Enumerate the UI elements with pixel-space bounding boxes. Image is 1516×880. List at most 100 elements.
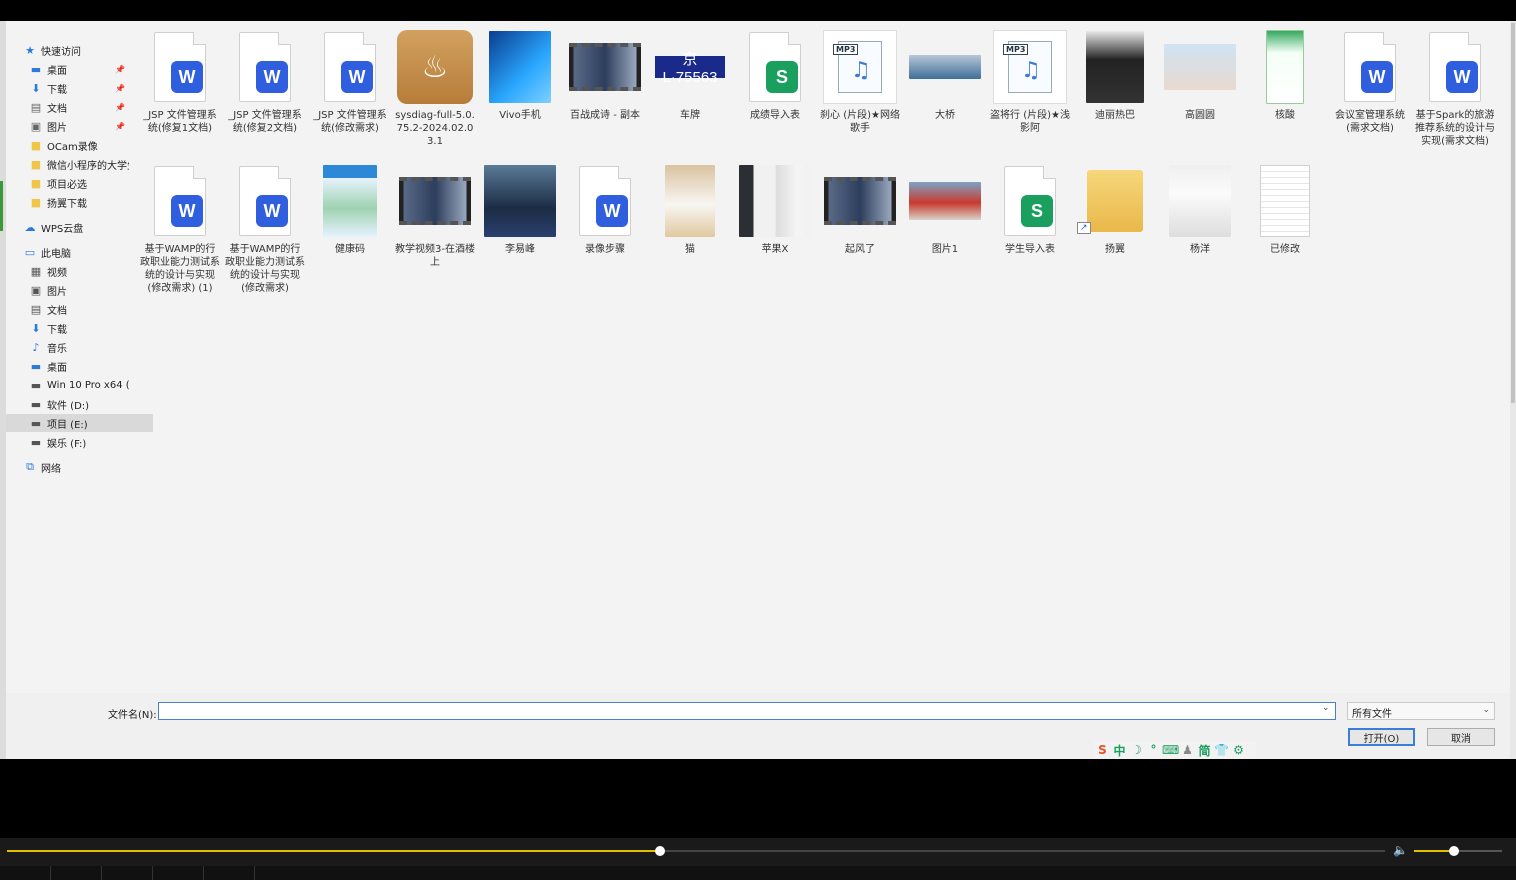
nav-item[interactable]: ⬇ 下载 📌 — [30, 79, 129, 97]
file-item[interactable]: W _JSP 文件管理系统(修复1文档) — [140, 29, 220, 135]
file-item[interactable]: 杨洋 — [1160, 163, 1240, 256]
folder-shortcut-icon: ↗ — [1077, 170, 1143, 234]
file-item[interactable]: S 学生导入表 — [990, 163, 1070, 256]
filename-input[interactable] — [158, 702, 1336, 720]
seek-bar[interactable] — [7, 846, 1385, 856]
nav-item[interactable]: ♪ 音乐 — [30, 338, 129, 356]
file-thumbnail — [650, 163, 730, 239]
file-item[interactable]: W 基于Spark的旅游推荐系统的设计与实现(需求文档) — [1415, 29, 1495, 148]
nav-item-label: WPS云盘 — [41, 223, 84, 235]
file-name: Vivo手机 — [499, 110, 541, 121]
file-item[interactable]: Vivo手机 — [480, 29, 560, 122]
file-thumbnail — [1245, 29, 1325, 105]
document-icon: ▤ — [30, 302, 42, 316]
scrollbar-thumb[interactable] — [1511, 23, 1515, 403]
file-item[interactable]: 健康码 — [310, 163, 390, 256]
nav-item[interactable]: ⬇ 下载 — [30, 319, 129, 337]
moon-icon[interactable]: ☽ — [1128, 743, 1145, 757]
chinese-mode-icon[interactable]: 中 — [1111, 742, 1128, 759]
file-item[interactable]: 京L·75563 车牌 — [650, 29, 730, 122]
image-thumbnail — [665, 165, 715, 237]
file-thumbnail — [1245, 163, 1325, 239]
file-item[interactable]: 起风了 — [820, 163, 900, 256]
nav-item[interactable]: ■ 扬翼下载 — [30, 193, 129, 211]
nav-item[interactable]: ■ 微信小程序的大学生 — [30, 155, 129, 173]
file-item[interactable]: 教学视频3-在酒楼上 — [395, 163, 475, 269]
file-item[interactable]: S 成绩导入表 — [735, 29, 815, 122]
drive-icon: ▬ — [30, 416, 42, 430]
file-item[interactable]: 已修改 — [1245, 163, 1325, 256]
keyboard-icon[interactable]: ⌨ — [1162, 743, 1179, 757]
nav-item[interactable]: ▭ 此电脑 — [24, 243, 129, 261]
nav-item[interactable]: ★ 快速访问 — [24, 41, 129, 59]
file-item[interactable]: W 基于WAMP的行政职业能力测试系统的设计与实现(修改需求) — [225, 163, 305, 295]
nav-item[interactable]: ⧉ 网络 — [24, 458, 129, 476]
file-thumbnail — [1160, 29, 1240, 105]
nav-item[interactable]: ▤ 文档 📌 — [30, 98, 129, 116]
file-name: 成绩导入表 — [750, 110, 800, 121]
nav-item[interactable]: ▣ 图片 📌 — [30, 117, 129, 135]
file-name: 基于WAMP的行政职业能力测试系统的设计与实现(修改需求) — [225, 244, 305, 294]
cancel-button[interactable]: 取消 — [1427, 728, 1495, 746]
punctuation-icon[interactable]: ° — [1145, 743, 1162, 757]
file-item[interactable]: MP3 ♫ 盗将行 (片段)★浅影阿 — [990, 29, 1070, 135]
filename-history-dropdown-icon[interactable]: ⌄ — [1322, 703, 1330, 713]
nav-item[interactable]: ■ 项目必选 — [30, 174, 129, 192]
seek-handle[interactable] — [655, 846, 666, 856]
file-name: 李易峰 — [505, 244, 535, 255]
volume-slider[interactable] — [1414, 846, 1502, 856]
nav-item-label: 图片 — [47, 286, 67, 298]
nav-item[interactable]: ■ OCam录像 — [30, 136, 129, 154]
chevron-down-icon: ⌄ — [1482, 705, 1490, 715]
image-thumbnail — [484, 165, 556, 237]
ime-toolbar[interactable]: S 中 ☽ ° ⌨ ♟ 简 👕 ⚙ — [1094, 741, 1256, 759]
volume-handle[interactable] — [1448, 846, 1459, 856]
nav-item-label: 文档 — [47, 305, 67, 317]
file-item[interactable]: W 基于WAMP的行政职业能力测试系统的设计与实现(修改需求) (1) — [140, 163, 220, 295]
file-item[interactable]: 百战成诗 - 副本 — [565, 29, 645, 122]
file-item[interactable]: MP3 ♫ 刹心 (片段)★网络歌手 — [820, 29, 900, 135]
nav-item[interactable]: ▤ 文档 — [30, 300, 129, 318]
file-item[interactable]: 核酸 — [1245, 29, 1325, 122]
file-item[interactable]: W _JSP 文件管理系统(修复2文档) — [225, 29, 305, 135]
volume-icon[interactable]: 🔈 — [1393, 843, 1408, 857]
file-item[interactable]: 迪丽热巴 — [1075, 29, 1155, 122]
file-name: 大桥 — [935, 110, 955, 121]
file-item[interactable]: 高圆圆 — [1160, 29, 1240, 122]
file-item[interactable]: W 录像步骤 — [565, 163, 645, 256]
file-thumbnail: S — [735, 29, 815, 105]
file-item[interactable]: 图片1 — [905, 163, 985, 256]
image-thumbnail — [323, 165, 377, 237]
nav-item[interactable]: ▬ 桌面 📌 — [30, 60, 129, 78]
simplified-icon[interactable]: 简 — [1196, 742, 1213, 759]
nav-item[interactable]: ▬ 桌面 — [30, 357, 129, 375]
file-item[interactable]: 苹果X — [735, 163, 815, 256]
sogou-logo-icon[interactable]: S — [1094, 743, 1111, 757]
file-item[interactable]: ♨ sysdiag-full-5.0.75.2-2024.02.03.1 — [395, 29, 475, 148]
word-icon: W — [1361, 61, 1393, 93]
file-item[interactable]: W 会议室管理系统(需求文档) — [1330, 29, 1410, 135]
nav-item[interactable]: ▬ 软件 (D:) — [30, 395, 129, 413]
file-item[interactable]: 李易峰 — [480, 163, 560, 256]
nav-item[interactable]: ▬ 娱乐 (F:) — [30, 433, 129, 451]
file-item[interactable]: W _JSP 文件管理系统(修改需求) — [310, 29, 390, 135]
user-icon[interactable]: ♟ — [1179, 743, 1196, 757]
installer-icon: ♨ — [397, 30, 473, 104]
file-name: 图片1 — [931, 244, 959, 255]
vertical-scrollbar[interactable] — [1510, 21, 1516, 759]
file-item[interactable]: 大桥 — [905, 29, 985, 122]
nav-item-label: 网络 — [41, 463, 61, 475]
nav-item[interactable]: ▬ 项目 (E:) — [6, 414, 153, 432]
open-button[interactable]: 打开(O) — [1348, 728, 1415, 746]
nav-item-label: 文档 — [47, 103, 67, 115]
file-item[interactable]: ↗ 扬翼 — [1075, 163, 1155, 256]
folder-icon: ■ — [30, 157, 42, 171]
nav-item[interactable]: ☁ WPS云盘 — [24, 218, 129, 236]
nav-item[interactable]: ▬ Win 10 Pro x64 (C — [30, 376, 129, 394]
skin-icon[interactable]: 👕 — [1213, 743, 1230, 757]
settings-icon[interactable]: ⚙ — [1230, 743, 1247, 757]
nav-item[interactable]: ▦ 视频 — [30, 262, 129, 280]
file-item[interactable]: 猫 — [650, 163, 730, 256]
file-type-select[interactable]: 所有文件 ⌄ — [1347, 702, 1495, 720]
nav-item[interactable]: ▣ 图片 — [30, 281, 129, 299]
